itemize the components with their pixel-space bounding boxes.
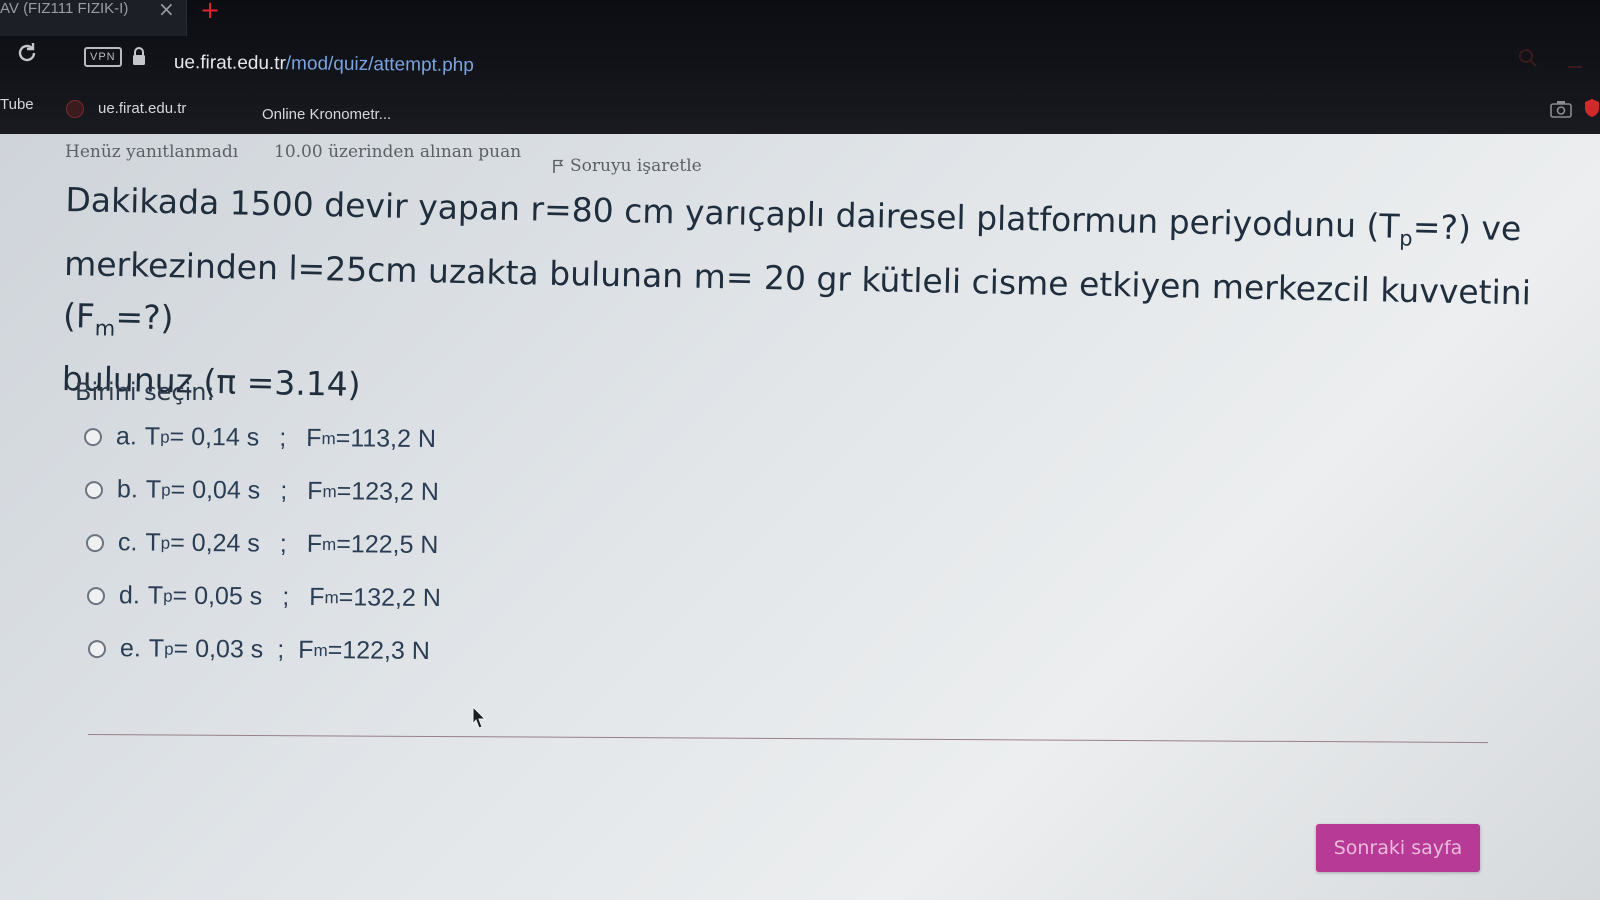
option-force: =123,2 N [336,477,439,507]
reload-icon[interactable] [14,40,40,66]
option-b[interactable]: b. Tp = 0,04 s ; Fm =123,2 N [84,475,439,507]
radio-button[interactable] [84,480,104,499]
radio-button[interactable] [83,427,103,446]
option-letter: a. [115,422,137,451]
option-period: = 0,04 s [170,475,261,505]
option-force: =122,5 N [336,530,439,560]
option-d[interactable]: d. Tp = 0,05 s ; Fm =132,2 N [86,581,441,613]
vpn-badge[interactable]: VPN [84,47,122,67]
url-path: /mod/quiz/attempt.php [285,53,474,77]
flag-question-link[interactable]: Soruyu işaretle [552,156,702,176]
divider [87,734,1488,744]
option-period: = 0,03 s [173,634,264,664]
browser-chrome: AV (FIZ111 FIZIK-I) × + VPN ue.firat.edu… [0,0,1600,140]
browser-tab[interactable]: AV (FIZ111 FIZIK-I) × [0,0,187,36]
radio-button[interactable] [87,639,107,658]
option-letter: d. [118,581,140,610]
camera-icon[interactable] [1550,100,1572,118]
option-period: = 0,14 s [169,422,260,452]
answer-status: Henüz yanıtlanmadı [65,142,239,162]
url-host: ue.firat.edu.tr [173,52,286,75]
bookmark-firat[interactable]: ue.firat.edu.tr [98,100,186,117]
option-force: =132,2 N [338,583,441,613]
search-icon[interactable] [1518,48,1538,68]
tab-title: AV (FIZ111 FIZIK-I) [0,0,129,17]
minimize-icon[interactable] [1568,66,1582,68]
option-letter: e. [119,634,141,663]
flag-icon [553,159,564,173]
bookmarks-bar: Tube ue.firat.edu.tr Online Kronometr... [0,96,1600,126]
flag-question-label: Soruyu işaretle [570,156,702,176]
question-points: 10.00 üzerinden alınan puan [274,142,522,162]
option-c[interactable]: c. Tp = 0,24 s ; Fm =122,5 N [85,528,439,560]
bookmark-youtube[interactable]: Tube [0,96,34,113]
option-e[interactable]: e. Tp = 0,03 s ; Fm =122,3 N [87,634,430,666]
next-page-button[interactable]: Sonraki sayfa [1316,824,1480,872]
option-force: =113,2 N [335,424,437,454]
option-period: = 0,05 s [172,581,263,611]
quiz-page: Henüz yanıtlanmadı 10.00 üzerinden alına… [0,134,1600,900]
firat-favicon-icon [66,100,84,118]
option-force: =122,3 N [327,636,430,665]
option-a[interactable]: a. Tp = 0,14 s ; Fm =113,2 N [83,422,437,454]
radio-button[interactable] [85,533,105,552]
close-tab-icon[interactable]: × [158,0,175,19]
new-tab-icon[interactable]: + [200,0,220,24]
mouse-cursor-icon [472,706,487,729]
option-letter: c. [117,528,138,557]
option-letter: b. [116,475,138,504]
option-period: = 0,24 s [170,528,260,558]
lock-icon[interactable] [131,46,147,66]
bookmark-kronometre[interactable]: Online Kronometr... [262,106,391,123]
radio-button[interactable] [86,586,106,605]
shield-icon[interactable] [1584,98,1600,118]
choose-one-label: Birini seçin: [75,378,215,406]
address-bar[interactable]: ue.firat.edu.tr/mod/quiz/attempt.php [174,52,474,77]
question-text: Dakikada 1500 devir yapan r=80 cm yarıça… [61,174,1535,435]
